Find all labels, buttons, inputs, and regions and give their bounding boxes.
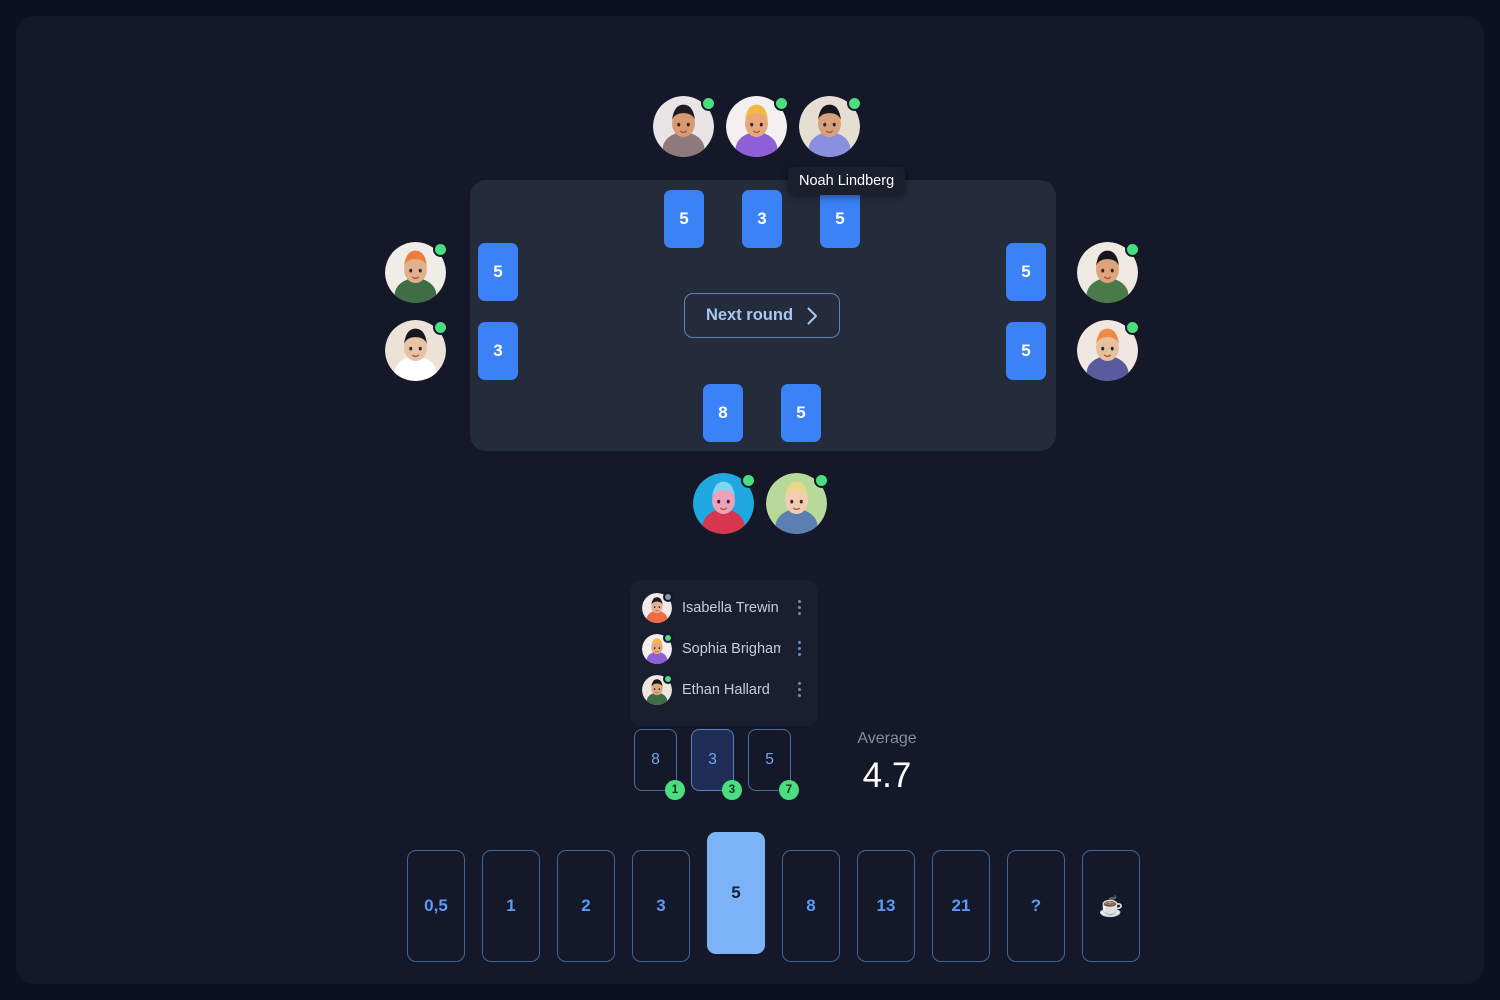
result-card-value: 5: [765, 751, 774, 768]
deck-card-3[interactable]: 3: [632, 850, 690, 962]
online-status-icon: [663, 673, 673, 684]
online-status-icon: [663, 632, 673, 643]
deck-card-13[interactable]: 13: [857, 850, 915, 962]
more-vertical-icon[interactable]: [791, 680, 807, 700]
result-vote-count-badge: 1: [665, 780, 685, 800]
chevron-right-icon: [807, 307, 818, 325]
player-name: Ethan Hallard: [682, 681, 770, 698]
more-vertical-icon[interactable]: [791, 598, 807, 618]
deck-card-0,5[interactable]: 0,5: [407, 850, 465, 962]
online-status-icon: [433, 320, 448, 335]
seat-avatar-top-1[interactable]: [653, 96, 716, 157]
revealed-card-left-1: 5: [478, 243, 518, 301]
player-list-item[interactable]: Sophia Brigham: [630, 628, 818, 669]
card-deck: 0,5 1 2 3 5 8 13 21? ☕: [407, 832, 1140, 962]
online-status-icon: [814, 473, 829, 488]
result-vote-count-badge: 3: [722, 780, 742, 800]
result-card: 33: [691, 729, 742, 800]
player-name: Isabella Trewin: [682, 599, 779, 616]
deck-card-5[interactable]: 5: [707, 832, 765, 954]
online-status-icon: [774, 96, 789, 111]
revealed-card-right-1: 5: [1006, 243, 1046, 301]
result-vote-count-badge: 7: [779, 780, 799, 800]
seat-avatar-left-1[interactable]: [385, 242, 448, 303]
online-status-icon: [1125, 320, 1140, 335]
vote-results: 813357: [634, 729, 799, 800]
bottom-seat-avatars: [693, 473, 829, 534]
deck-card-8[interactable]: 8: [782, 850, 840, 962]
result-card-value: 3: [708, 751, 717, 768]
online-status-icon: [701, 96, 716, 111]
deck-card-2[interactable]: 2: [557, 850, 615, 962]
online-status-icon: [433, 242, 448, 257]
player-avatar: [642, 673, 673, 705]
revealed-card-left-2: 3: [478, 322, 518, 380]
average-value: 4.7: [862, 756, 912, 795]
player-name: Sophia Brigham: [682, 640, 781, 657]
revealed-card-right-2: 5: [1006, 322, 1046, 380]
player-name-tooltip: Noah Lindberg: [788, 167, 906, 195]
revealed-card-bottom-1: 8: [703, 384, 743, 442]
online-status-icon: [847, 96, 862, 111]
more-vertical-icon[interactable]: [791, 639, 807, 659]
seat-avatar-right-1[interactable]: [1077, 242, 1140, 303]
result-card-value: 8: [651, 751, 660, 768]
seat-avatar-top-2[interactable]: [726, 96, 789, 157]
deck-card-1[interactable]: 1: [482, 850, 540, 962]
player-list-item[interactable]: Isabella Trewin: [630, 587, 818, 628]
result-card: 81: [634, 729, 685, 800]
online-status-icon: [1125, 242, 1140, 257]
result-card: 57: [748, 729, 799, 800]
seat-avatar-bottom-1[interactable]: [693, 473, 756, 534]
offline-status-icon: [663, 591, 673, 602]
next-round-button[interactable]: Next round: [684, 293, 840, 338]
revealed-card-top-1: 5: [664, 190, 704, 248]
player-list-item[interactable]: Ethan Hallard: [630, 669, 818, 710]
seat-avatar-top-3[interactable]: [799, 96, 862, 157]
next-round-label: Next round: [705, 306, 794, 324]
players-list-panel: Isabella Trewin Sophia Brigham Ethan Halla…: [630, 580, 818, 726]
player-avatar: [642, 632, 673, 664]
seat-avatar-bottom-2[interactable]: [766, 473, 829, 534]
deck-card-coffee-icon[interactable]: ☕: [1082, 850, 1140, 962]
player-avatar: [642, 591, 673, 623]
deck-card-21[interactable]: 21: [932, 850, 990, 962]
average-block: Average 4.7: [855, 730, 919, 796]
revealed-card-top-3: 5: [820, 190, 860, 248]
revealed-card-top-2: 3: [742, 190, 782, 248]
revealed-card-bottom-2: 5: [781, 384, 821, 442]
deck-card-?[interactable]: ?: [1007, 850, 1065, 962]
seat-avatar-left-2[interactable]: [385, 320, 448, 381]
planning-poker-app: Noah Lindberg 5 3 5 5 3 5 5 8 5 Next rou…: [16, 16, 1484, 984]
average-label: Average: [857, 730, 917, 747]
top-seat-avatars: [653, 96, 862, 157]
online-status-icon: [741, 473, 756, 488]
seat-avatar-right-2[interactable]: [1077, 320, 1140, 381]
